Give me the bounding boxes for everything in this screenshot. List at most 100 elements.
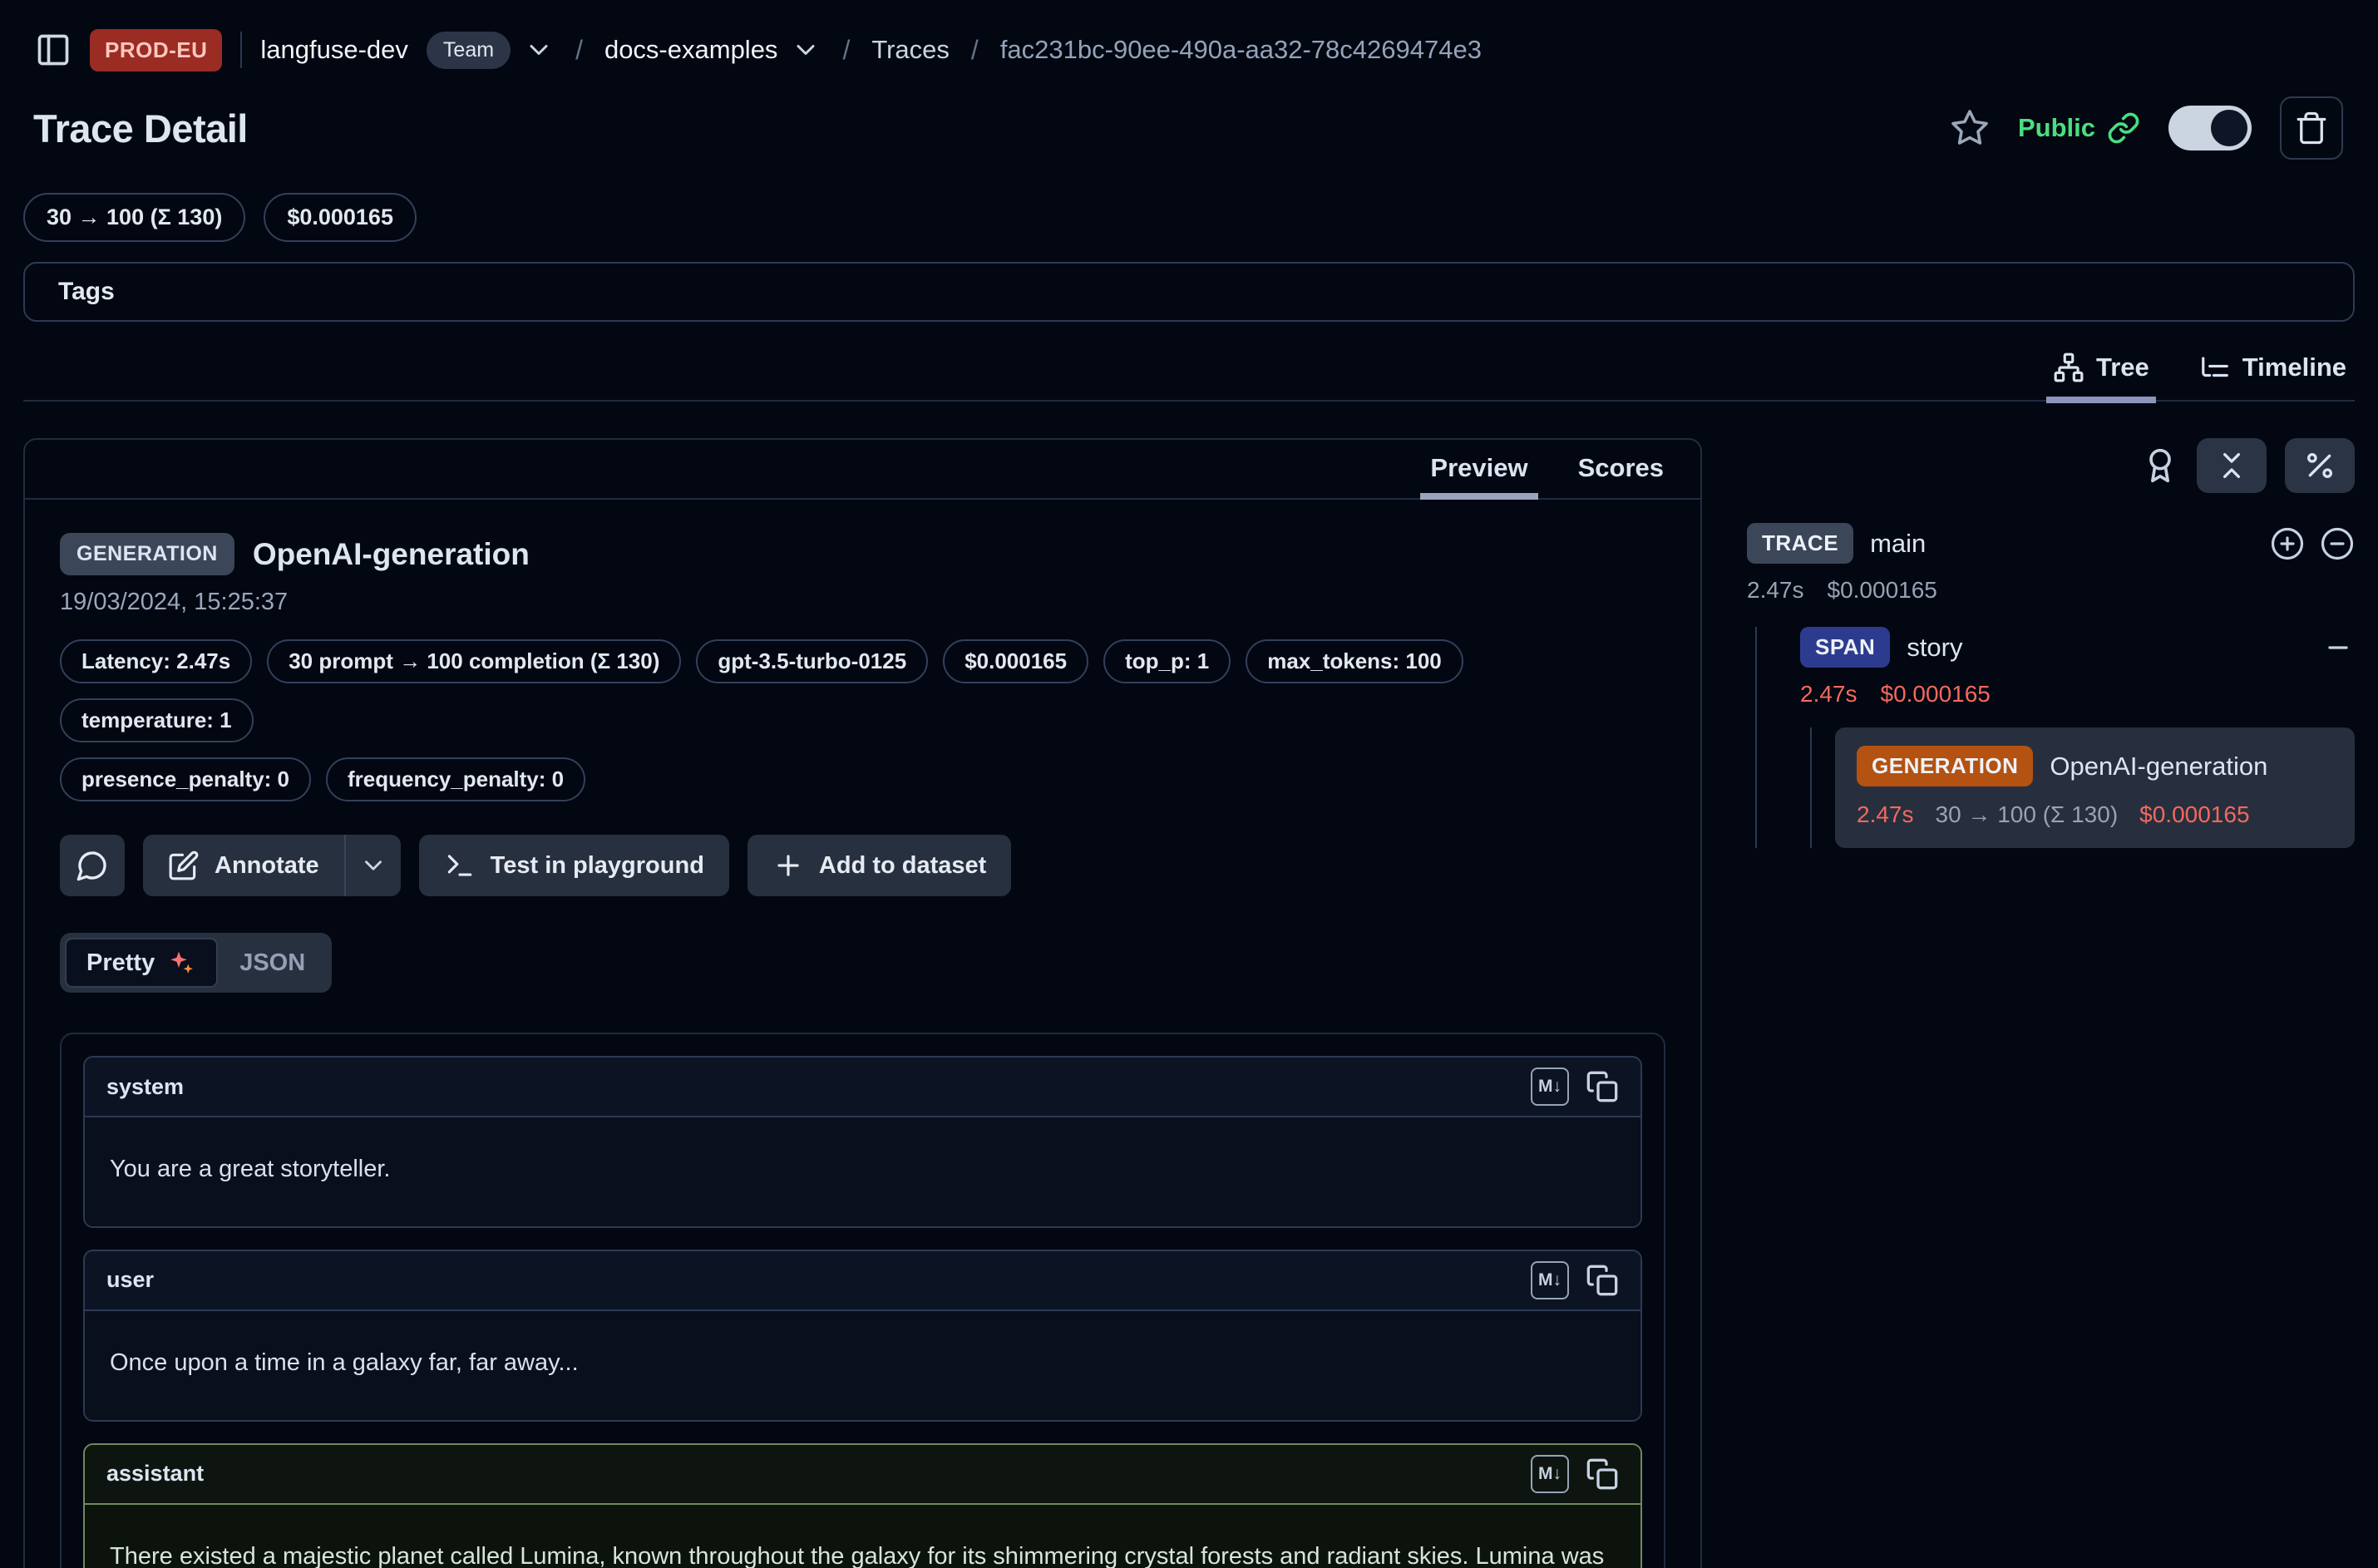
title-row: Trace Detail Public [23,96,2355,160]
test-in-playground-button[interactable]: Test in playground [419,835,729,896]
star-icon[interactable] [1950,108,1990,148]
chevrons-down-up-icon [2215,449,2248,482]
trace-cost: $0.000165 [1828,577,1937,604]
breadcrumb-traces[interactable]: Traces [871,35,950,65]
annotate-chevron-down-icon[interactable] [346,835,401,896]
markdown-toggle-icon[interactable]: M↓ [1531,1068,1569,1106]
span-cost: $0.000165 [1881,681,1991,708]
delete-trace-button[interactable] [2280,96,2343,160]
span-type-badge: SPAN [1800,627,1890,668]
content-area: Preview Scores GENERATION OpenAI-generat… [23,438,2355,1568]
trace-node-name: main [1870,529,1926,559]
presence-penalty-pill[interactable]: presence_penalty: 0 [60,757,311,801]
tree-node-generation-selected[interactable]: GENERATION OpenAI-generation 2.47s 30 → … [1835,727,2355,848]
public-link[interactable]: Public [2018,111,2140,145]
actions-row: Annotate Test in playground Add to data [60,835,1665,896]
trace-type-badge: TRACE [1747,523,1853,564]
message-user: user M↓ Once upon a time in a galaxy far… [83,1250,1642,1422]
model-pill[interactable]: gpt-3.5-turbo-0125 [696,639,928,683]
observation-panel: Preview Scores GENERATION OpenAI-generat… [23,438,1702,1568]
breadcrumb: PROD-EU langfuse-dev Team / docs-example… [23,25,2355,75]
total-cost-pill[interactable]: $0.000165 [264,193,417,242]
trash-icon [2294,111,2329,145]
temperature-pill[interactable]: temperature: 1 [60,698,254,742]
tab-scores[interactable]: Scores [1576,440,1665,498]
message-text: Once upon a time in a galaxy far, far aw… [110,1344,1616,1382]
tree-body: TRACE main 2.47s $0.000165 SPAN story [1744,523,2355,848]
generation-latency: 2.47s [1857,801,1914,828]
copy-icon[interactable] [1586,1264,1619,1297]
trace-latency: 2.47s [1747,577,1804,604]
sidebar-toggle-icon[interactable] [35,32,72,68]
format-pretty-option[interactable]: Pretty [65,938,218,988]
public-toggle[interactable] [2168,106,2252,150]
message-content: You are a great storyteller. [85,1117,1640,1226]
message-content: There existed a majestic planet called L… [85,1505,1640,1568]
timeline-icon [2199,352,2231,383]
add-to-dataset-button[interactable]: Add to dataset [747,835,1011,896]
generation-node-name: OpenAI-generation [2050,752,2267,782]
tree-node-span[interactable]: SPAN story [1800,627,2355,668]
annotate-button[interactable]: Annotate [143,835,344,896]
toggle-metrics-button[interactable] [2285,438,2355,493]
markdown-toggle-icon[interactable]: M↓ [1531,1455,1569,1493]
add-to-dataset-label: Add to dataset [819,852,986,880]
trace-metrics: 2.47s $0.000165 [1747,577,2355,604]
observation-body: GENERATION OpenAI-generation 19/03/2024,… [25,500,1700,1568]
span-metrics: 2.47s $0.000165 [1800,681,2355,708]
breadcrumb-project[interactable]: docs-examples [604,35,777,65]
trace-children: SPAN story 2.47s $0.000165 GENERAT [1755,627,2355,848]
observation-badges-row-2: presence_penalty: 0 frequency_penalty: 0 [60,757,1665,801]
public-label: Public [2018,113,2095,143]
latency-pill[interactable]: Latency: 2.47s [60,639,252,683]
toggle-knob [2211,110,2247,146]
project-chevron-down-icon[interactable] [791,35,821,65]
tab-timeline[interactable]: Timeline [2199,352,2346,400]
span-node-name: story [1907,633,1962,663]
format-json-option[interactable]: JSON [218,941,327,985]
message-role: user [106,1267,154,1293]
message-system-header: system M↓ [85,1058,1640,1117]
trace-summary-row: 30 → 100 (Σ 130) $0.000165 [23,193,2355,242]
award-icon[interactable] [2142,447,2178,484]
generation-metrics: 2.47s 30 → 100 (Σ 130) $0.000165 [1857,801,2333,828]
comment-button[interactable] [60,835,125,896]
annotate-split-button: Annotate [143,835,401,896]
collapse-node-icon[interactable] [2321,631,2355,664]
link-icon [2107,111,2140,145]
annotate-label: Annotate [215,852,319,880]
breadcrumb-trace-id: fac231bc-90ee-490a-aa32-78c4269474e3 [1000,35,1482,65]
terminal-icon [444,850,476,881]
org-chevron-down-icon[interactable] [524,35,554,65]
message-text: You are a great storyteller. [110,1151,1616,1188]
trace-detail-page: PROD-EU langfuse-dev Team / docs-example… [0,0,2378,1568]
cost-pill[interactable]: $0.000165 [943,639,1088,683]
collapse-all-button[interactable] [2197,438,2267,493]
message-user-header: user M↓ [85,1251,1640,1311]
top-p-pill[interactable]: top_p: 1 [1103,639,1231,683]
token-usage-pill[interactable]: 30 → 100 (Σ 130) [23,193,245,242]
zoom-in-icon[interactable] [2270,526,2305,561]
max-tokens-pill[interactable]: max_tokens: 100 [1246,639,1463,683]
breadcrumb-slash: / [839,35,853,66]
message-assistant: assistant M↓ There existed a majestic pl… [83,1443,1642,1568]
message-assistant-header: assistant M↓ [85,1445,1640,1505]
annotate-pencil-icon [168,850,200,881]
zoom-out-icon[interactable] [2320,526,2355,561]
message-tools: M↓ [1531,1455,1619,1493]
observation-badges-row-1: Latency: 2.47s 30 prompt → 100 completio… [60,639,1665,742]
tab-preview[interactable]: Preview [1428,440,1529,498]
copy-icon[interactable] [1586,1070,1619,1103]
trace-row-actions [2270,526,2355,561]
breadcrumb-org[interactable]: langfuse-dev [260,35,408,65]
message-role: system [106,1074,184,1100]
tags-box[interactable]: Tags [23,262,2355,322]
tab-tree[interactable]: Tree [2053,352,2149,400]
tree-node-trace[interactable]: TRACE main [1747,523,2355,564]
copy-icon[interactable] [1586,1457,1619,1491]
generation-type-badge: GENERATION [1857,746,2033,786]
markdown-toggle-icon[interactable]: M↓ [1531,1261,1569,1299]
frequency-penalty-pill[interactable]: frequency_penalty: 0 [326,757,585,801]
environment-badge[interactable]: PROD-EU [90,29,222,71]
token-breakdown-pill[interactable]: 30 prompt → 100 completion (Σ 130) [267,639,681,683]
